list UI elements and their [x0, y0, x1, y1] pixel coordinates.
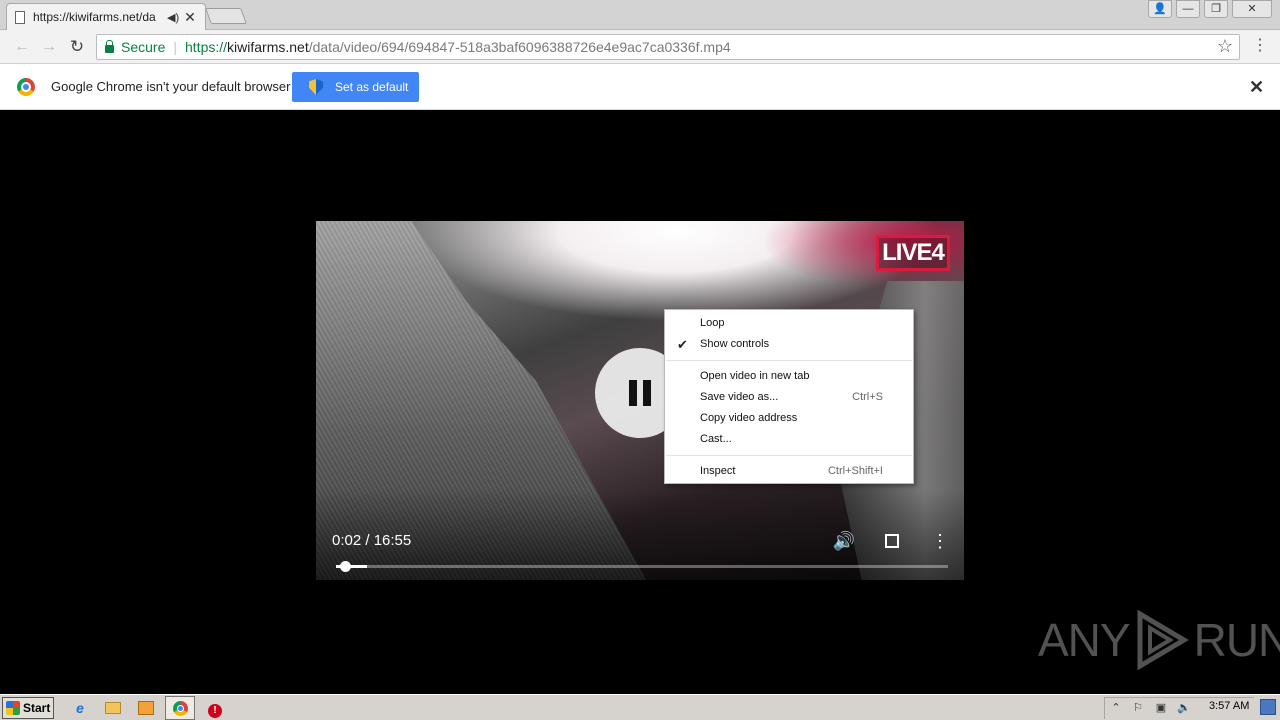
address-separator: |: [173, 39, 177, 55]
pause-icon: [629, 380, 637, 406]
menu-item-label: Loop: [700, 317, 725, 329]
anyrun-watermark: ANY RUN: [1038, 608, 1280, 672]
page-favicon-icon: [15, 10, 25, 24]
media-player-icon[interactable]: [135, 698, 157, 718]
time-display: 0:02 / 16:55: [332, 532, 412, 549]
chrome-menu-button[interactable]: ⋮: [1252, 37, 1268, 57]
url-scheme: https://: [185, 39, 228, 55]
menu-item-open-in-new-tab[interactable]: Open video in new tab: [665, 366, 913, 387]
tab-strip: https://kiwifarms.net/da ◀) ✕ 👤 — ❐ ✕: [0, 0, 1280, 30]
fullscreen-icon[interactable]: [885, 534, 899, 548]
watermark-play-icon: [1137, 610, 1189, 670]
windows-logo-icon: [6, 701, 20, 715]
more-options-icon[interactable]: ⋮: [928, 529, 952, 553]
menu-item-label: Open video in new tab: [700, 370, 810, 382]
menu-item-label: Save video as...: [700, 391, 779, 403]
menu-item-label: Copy video address: [700, 412, 798, 424]
pause-icon: [643, 380, 651, 406]
chrome-taskbar-icon[interactable]: [165, 696, 195, 720]
menu-item-shortcut: Ctrl+Shift+I: [827, 465, 883, 477]
seek-bar[interactable]: [336, 561, 948, 572]
url-host: kiwifarms.net: [227, 39, 309, 55]
browser-toolbar: ← → ↻ Secure | https://kiwifarms.net/dat…: [0, 30, 1280, 64]
screen: https://kiwifarms.net/da ◀) ✕ 👤 — ❐ ✕ ← …: [0, 0, 1280, 720]
start-label: Start: [23, 701, 51, 715]
menu-item-copy-video-address[interactable]: Copy video address: [665, 408, 913, 429]
back-button[interactable]: ←: [12, 37, 32, 57]
tab-title: https://kiwifarms.net/da: [33, 10, 156, 24]
volume-icon[interactable]: 🔊: [832, 529, 856, 553]
menu-item-shortcut: Ctrl+S: [852, 391, 883, 403]
watermark-text-left: ANY: [1038, 614, 1131, 666]
tray-expand-icon[interactable]: ⌃: [1109, 701, 1123, 715]
file-explorer-icon[interactable]: [102, 698, 124, 718]
forward-button[interactable]: →: [39, 37, 59, 57]
address-bar[interactable]: Secure | https://kiwifarms.net/data/vide…: [96, 34, 1240, 60]
speaker-icon[interactable]: ◀): [167, 11, 179, 24]
menu-item-loop[interactable]: Loop: [665, 313, 913, 334]
menu-item-save-video-as[interactable]: Save video as... Ctrl+S: [665, 387, 913, 408]
checkmark-icon: ✔: [677, 337, 688, 352]
stop-sign-icon[interactable]: !: [204, 698, 226, 718]
menu-item-label: Inspect: [700, 465, 736, 477]
menu-item-label: Show controls: [700, 338, 770, 350]
window-close-button[interactable]: ✕: [1232, 0, 1272, 18]
channel-logo: LIVE4: [876, 235, 950, 271]
volume-tray-icon[interactable]: 🔈: [1177, 701, 1191, 715]
menu-item-cast[interactable]: Cast...: [665, 429, 913, 450]
new-tab-button[interactable]: [205, 8, 247, 24]
uac-shield-icon: [309, 79, 323, 95]
chrome-logo-icon: [17, 78, 35, 96]
user-profile-button[interactable]: 👤: [1148, 0, 1172, 18]
minimize-button[interactable]: —: [1176, 0, 1200, 18]
start-button[interactable]: Start: [2, 697, 54, 719]
set-default-label: Set as default: [335, 80, 409, 94]
action-center-flag-icon[interactable]: ⚐: [1131, 701, 1145, 715]
url-path: /data/video/694/694847-518a3baf609638872…: [308, 39, 731, 55]
menu-separator: [666, 455, 912, 456]
windows-taskbar: Start e ! ⌃ ⚐ ▣ 🔈 3:57 AM: [0, 694, 1280, 720]
tab-close-icon[interactable]: ✕: [183, 10, 197, 24]
default-browser-infobar: Google Chrome isn't your default browser…: [0, 64, 1280, 110]
network-icon[interactable]: ▣: [1154, 701, 1168, 715]
system-clock[interactable]: 3:57 AM: [1209, 700, 1249, 712]
browser-tab[interactable]: https://kiwifarms.net/da ◀) ✕: [6, 3, 206, 30]
bookmark-star-icon[interactable]: ☆: [1217, 36, 1233, 57]
show-desktop-button[interactable]: [1260, 699, 1276, 715]
menu-separator: [666, 360, 912, 361]
infobar-message: Google Chrome isn't your default browser: [51, 79, 291, 94]
watermark-text-right: RUN: [1193, 614, 1280, 666]
menu-item-inspect[interactable]: Inspect Ctrl+Shift+I: [665, 461, 913, 482]
restore-button[interactable]: ❐: [1204, 0, 1228, 18]
lock-icon: [105, 39, 114, 53]
infobar-close-button[interactable]: ✕: [1249, 77, 1264, 98]
menu-item-show-controls[interactable]: ✔ Show controls: [665, 334, 913, 355]
set-default-button[interactable]: Set as default: [292, 72, 419, 102]
video-context-menu: Loop ✔ Show controls Open video in new t…: [664, 309, 914, 484]
internet-explorer-icon[interactable]: e: [69, 698, 91, 718]
menu-item-label: Cast...: [700, 433, 732, 445]
reload-button[interactable]: ↻: [67, 37, 87, 57]
security-label[interactable]: Secure: [121, 39, 165, 55]
window-controls: 👤 — ❐ ✕: [1148, 0, 1272, 18]
